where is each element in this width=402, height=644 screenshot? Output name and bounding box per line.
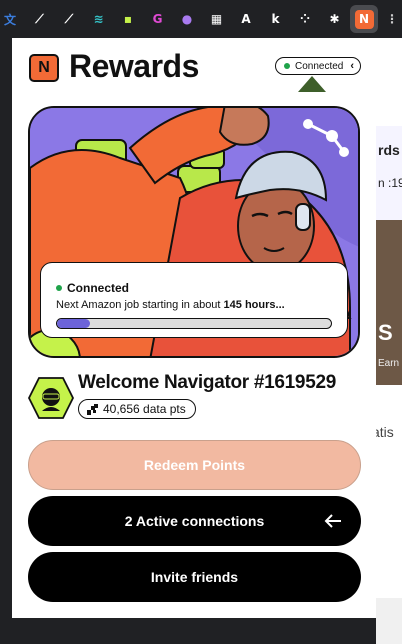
job-progress-fill xyxy=(57,319,90,328)
invite-friends-button[interactable]: Invite friends xyxy=(28,552,361,602)
background-footer xyxy=(376,598,402,644)
background-web-page: rds n :19 S Earn atis xyxy=(376,38,402,644)
welcome-heading: Welcome Navigator #1619529 xyxy=(78,372,336,393)
wand-extension-icon[interactable]: ⟋ xyxy=(59,9,79,29)
chevron-left-icon: ‹ xyxy=(350,60,354,72)
background-text: rds xyxy=(378,142,400,158)
more-menu-icon[interactable]: ⋮ xyxy=(382,9,402,29)
dots-extension-icon[interactable]: ⁘ xyxy=(295,9,315,29)
spider-extension-icon[interactable]: ✱ xyxy=(325,9,345,29)
invite-friends-label: Invite friends xyxy=(150,569,239,585)
next-job-hours: 145 hours... xyxy=(223,299,285,311)
card-status-label: Connected xyxy=(67,281,130,295)
blocks-extension-icon[interactable]: ▪ xyxy=(118,9,138,29)
active-extension-glyph: N xyxy=(354,9,374,29)
redeem-points-label: Redeem Points xyxy=(143,457,246,473)
translate-extension-icon[interactable]: 文 xyxy=(0,9,20,29)
data-points-badge: 40,656 data pts xyxy=(78,399,196,419)
grid-extension-icon[interactable]: ▦ xyxy=(207,9,227,29)
avatar-icon xyxy=(28,377,74,419)
connection-status-toggle[interactable]: Connected ‹ xyxy=(275,57,361,75)
connected-dot-icon xyxy=(284,63,290,69)
active-connections-button[interactable]: 2 Active connections xyxy=(28,496,361,546)
connection-status-card: Connected Next Amazon job starting in ab… xyxy=(40,262,348,338)
next-job-message: Next Amazon job starting in about 145 ho… xyxy=(56,299,285,311)
active-extension-icon[interactable]: N xyxy=(350,5,378,33)
logo-glyph: N xyxy=(38,59,50,76)
status-label: Connected xyxy=(295,60,344,72)
next-job-text: Next Amazon job starting in about xyxy=(56,299,224,311)
connected-dot-icon xyxy=(56,285,62,291)
k-extension-icon[interactable]: k xyxy=(266,9,286,29)
background-banner: S Earn xyxy=(376,220,402,385)
rewards-popup: N Rewards Connected ‹ Connected Next Ama… xyxy=(12,38,376,618)
page-title: Rewards xyxy=(69,48,199,84)
job-progress-bar xyxy=(56,318,332,329)
background-text: Earn xyxy=(378,358,400,369)
location-extension-icon[interactable]: ● xyxy=(177,9,197,29)
background-text: n :19 xyxy=(378,176,402,190)
active-connections-label: 2 Active connections xyxy=(124,513,265,529)
a-extension-icon[interactable]: A xyxy=(236,9,256,29)
data-points-value: 40,656 data pts xyxy=(103,402,186,416)
arrow-left-icon xyxy=(324,514,341,528)
card-status-row: Connected xyxy=(56,281,129,295)
browser-extension-toolbar: 文 ⟋ ⟋ ≋ ▪ G ● ▦ Ak ⁘ ✱ N ⋮ xyxy=(0,0,402,38)
background-text: atis xyxy=(376,424,394,440)
pyramid-decoration-icon xyxy=(298,76,326,92)
redeem-points-button[interactable]: Redeem Points xyxy=(28,440,361,490)
wave-extension-icon[interactable]: ≋ xyxy=(89,9,109,29)
background-text: S xyxy=(378,320,393,345)
network-extension-icon[interactable]: ⟋ xyxy=(30,9,50,29)
g-extension-icon[interactable]: G xyxy=(148,9,168,29)
brand-logo: N xyxy=(29,54,59,82)
data-points-icon xyxy=(87,403,98,415)
